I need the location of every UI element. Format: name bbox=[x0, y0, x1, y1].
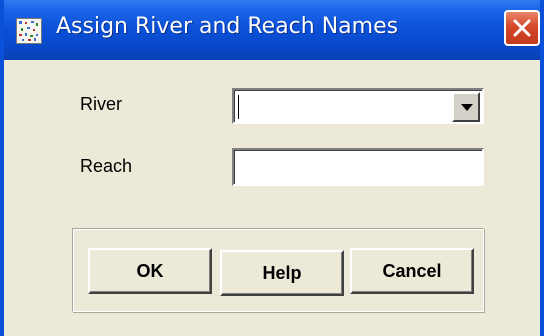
river-label: River bbox=[80, 94, 123, 114]
close-icon bbox=[513, 19, 531, 37]
close-button[interactable] bbox=[504, 10, 540, 46]
reach-input[interactable] bbox=[232, 148, 484, 186]
chevron-down-icon bbox=[461, 104, 473, 111]
reach-label: Reach bbox=[80, 156, 133, 176]
ok-button[interactable]: OK bbox=[88, 248, 212, 294]
river-dropdown[interactable] bbox=[232, 88, 484, 124]
help-button[interactable]: Help bbox=[220, 250, 344, 296]
dialog-window: Assign River and Reach Names River Reach… bbox=[0, 0, 544, 336]
dropdown-button[interactable] bbox=[452, 92, 480, 122]
window-title: Assign River and Reach Names bbox=[56, 14, 399, 39]
app-icon bbox=[16, 18, 42, 44]
title-bar[interactable]: Assign River and Reach Names bbox=[4, 0, 540, 60]
cancel-button[interactable]: Cancel bbox=[350, 248, 474, 294]
text-caret bbox=[238, 95, 239, 119]
